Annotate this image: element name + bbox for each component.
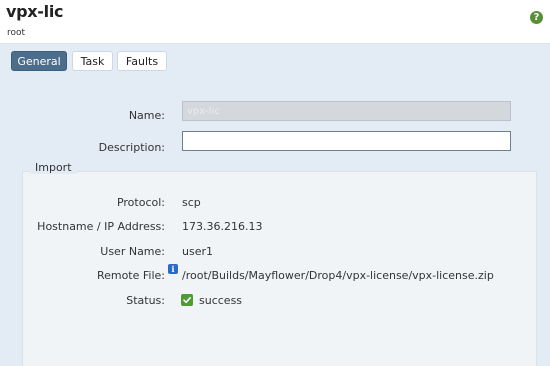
page-subtitle: root — [7, 28, 26, 38]
description-field[interactable] — [182, 131, 511, 151]
success-check-icon — [181, 294, 193, 306]
import-legend: Import — [30, 161, 77, 174]
name-field — [182, 101, 511, 121]
username-label: User Name: — [100, 245, 165, 258]
status-label: Status: — [126, 294, 165, 307]
protocol-value: scp — [182, 196, 201, 209]
username-value: user1 — [182, 245, 213, 258]
status-value: success — [199, 294, 243, 307]
hostname-label: Hostname / IP Address: — [37, 220, 165, 233]
remote-file-label: Remote File: — [96, 269, 165, 282]
tab-general[interactable]: General — [11, 51, 67, 71]
help-icon[interactable]: ? — [530, 11, 543, 24]
protocol-label: Protocol: — [116, 196, 165, 209]
tab-task[interactable]: Task — [72, 51, 113, 71]
page-title: vpx-lic — [6, 2, 64, 21]
tab-faults[interactable]: Faults — [117, 51, 167, 71]
info-icon[interactable]: i — [168, 264, 178, 274]
name-label: Name: — [128, 109, 165, 122]
description-label: Description: — [98, 141, 165, 154]
page-header: vpx-lic root ? — [0, 0, 550, 44]
hostname-value: 173.36.216.13 — [182, 220, 263, 233]
remote-file-value: /root/Builds/Mayflower/Drop4/vpx-license… — [182, 269, 494, 282]
